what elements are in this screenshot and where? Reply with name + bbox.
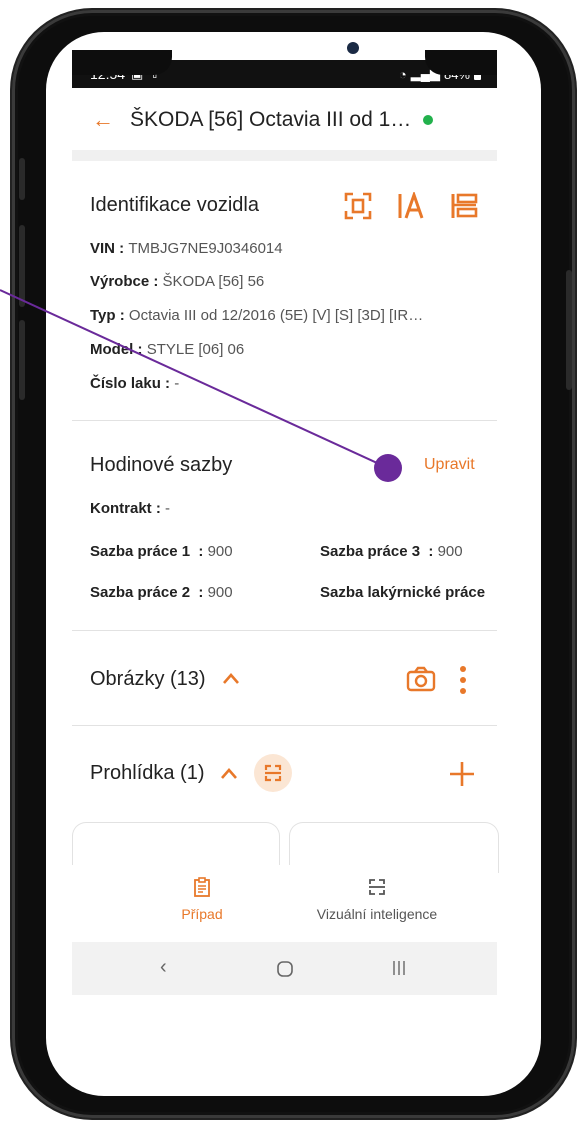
phone-power-button [566, 270, 572, 390]
scan-frame-icon[interactable] [343, 191, 373, 221]
chevron-up-icon[interactable] [220, 766, 238, 780]
system-back-icon[interactable]: ‹ [160, 956, 167, 979]
inspection-section-title: Prohlídka (1) [90, 762, 205, 784]
phone-side-button [19, 225, 25, 307]
list-tree-icon[interactable] [450, 192, 480, 220]
nav-vision[interactable]: Vizuální inteligence [302, 877, 452, 922]
section-divider [72, 630, 497, 631]
camera-icon[interactable] [406, 666, 436, 692]
type-value: Octavia III od 12/2016 (5E) [V] [S] [3D]… [128, 307, 424, 324]
notch-left [72, 50, 172, 75]
contract-row: Kontrakt : - [90, 500, 171, 517]
edit-rates-link[interactable]: Upravit [424, 456, 475, 474]
rates-right-clip: Sazba práce 3 : 900 Sazba lakýrnické prá… [320, 540, 497, 610]
rate3-label: Sazba práce 3 [320, 543, 421, 560]
system-nav-bar: ‹ [72, 942, 497, 995]
vision-scan-button[interactable] [254, 754, 292, 792]
clipboard-icon [194, 877, 210, 897]
model-label: Model [90, 341, 134, 358]
paint-rate-label: Sazba lakýrnické práce [320, 584, 486, 601]
vin-label: VIN [90, 240, 116, 257]
vin-value: TMBJG7NE9J0346014 [128, 240, 283, 257]
model-value: STYLE [06] 06 [146, 341, 245, 358]
system-home-icon[interactable] [276, 960, 294, 978]
manufacturer-label: Výrobce [90, 273, 150, 290]
bottom-nav: Případ Vizuální inteligence [72, 865, 497, 942]
section-divider [72, 725, 497, 726]
add-icon[interactable] [448, 760, 476, 788]
page-title: ŠKODA [56] Octavia III od 1… [130, 108, 412, 131]
online-status-dot [423, 115, 434, 125]
nav-case[interactable]: Případ [157, 877, 247, 922]
nav-vision-label: Vizuální inteligence [316, 906, 438, 922]
contract-value: - [165, 500, 171, 517]
nav-case-label: Případ [181, 906, 223, 922]
rate1-value: 900 [207, 543, 233, 560]
images-section-title: Obrázky (13) [90, 668, 206, 690]
vin-row: VIN : TMBJG7NE9J0346014 [90, 240, 283, 257]
paint-row: Číslo laku : - [90, 375, 180, 392]
wifi-icon: ◔ [398, 66, 407, 82]
rate1-label: Sazba práce 1 [90, 543, 191, 560]
front-camera [347, 42, 359, 54]
manufacturer-row: Výrobce : ŠKODA [56] 56 [90, 273, 265, 290]
rate1-row: Sazba práce 1 : 900 [90, 543, 233, 560]
paint-rate-row: Sazba lakýrnické práce [320, 584, 485, 601]
paint-label: Číslo laku [90, 375, 161, 392]
rate2-value: 900 [207, 584, 233, 601]
scan-icon [264, 764, 282, 782]
separator-strip [72, 150, 497, 161]
more-options-icon[interactable] [458, 665, 468, 695]
app-bar: ← ŠKODA [56] Octavia III od 1… [72, 90, 497, 150]
contract-label: Kontrakt [90, 500, 152, 517]
section-divider [72, 420, 497, 421]
system-recents-icon[interactable] [392, 960, 406, 976]
model-row: Model : STYLE [06] 06 [90, 341, 245, 358]
text-recognition-icon[interactable] [397, 192, 427, 220]
vehicle-section-title: Identifikace vozidla [90, 194, 259, 216]
rates-section-title: Hodinové sazby [90, 454, 233, 476]
chevron-up-icon[interactable] [222, 671, 240, 685]
type-row: Typ : Octavia III od 12/2016 (5E) [V] [S… [90, 307, 424, 324]
rate2-label: Sazba práce 2 [90, 584, 191, 601]
rate2-row: Sazba práce 2 : 900 [90, 584, 233, 601]
phone-side-button [19, 320, 25, 400]
notch-right [425, 50, 497, 75]
rate3-row: Sazba práce 3 : 900 [320, 543, 463, 560]
phone-side-button [19, 158, 25, 200]
rate3-value: 900 [437, 543, 463, 560]
type-label: Typ [90, 307, 116, 324]
paint-value: - [174, 375, 180, 392]
scan-icon [369, 879, 385, 895]
back-arrow-icon[interactable]: ← [92, 107, 116, 133]
manufacturer-value: ŠKODA [56] 56 [162, 273, 265, 290]
